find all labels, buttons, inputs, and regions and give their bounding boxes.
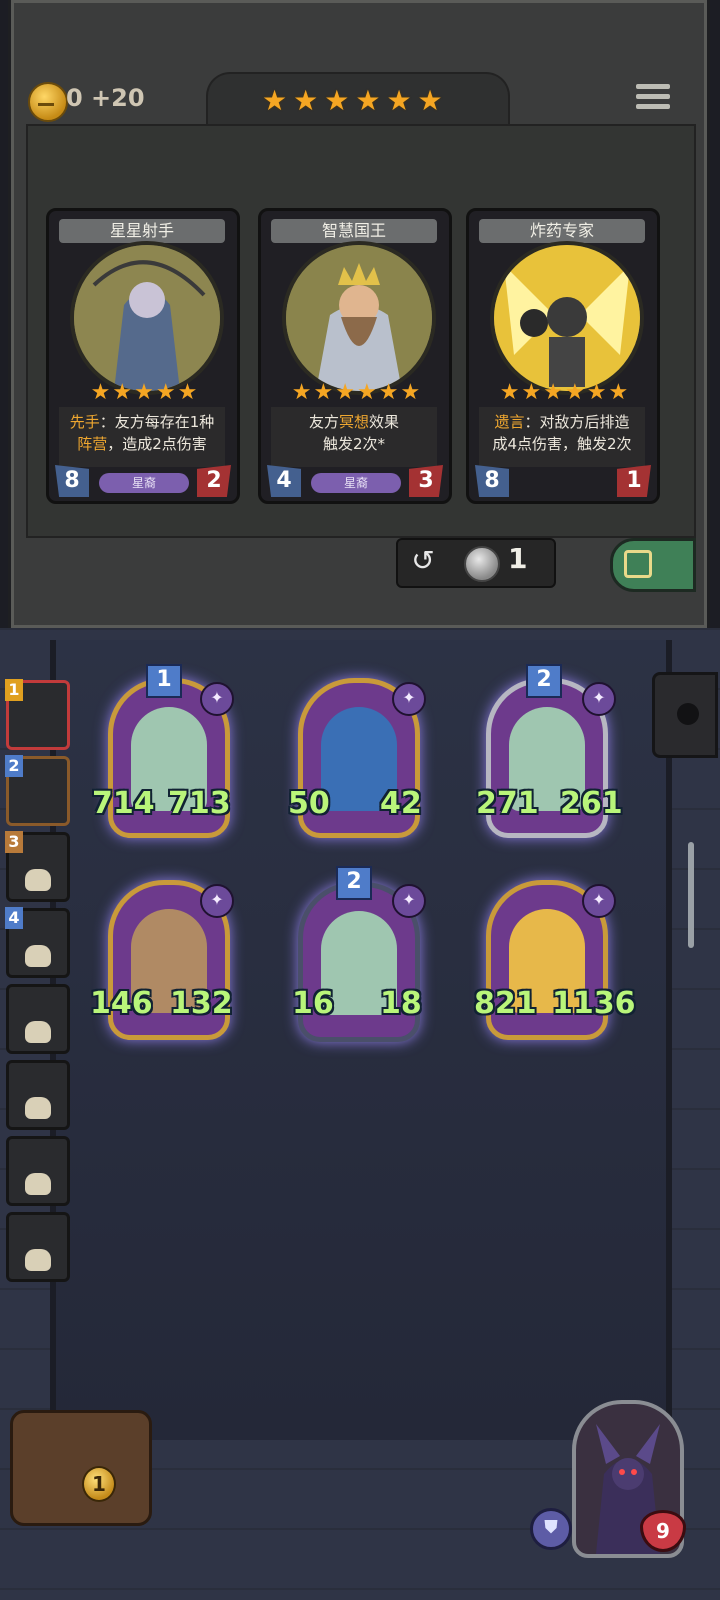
purple-star-badge-icon: ✦ [582,682,616,716]
player-item-5[interactable] [6,984,70,1054]
minion-health: 18 [380,986,422,1021]
minion-attack: 271 [476,786,539,821]
minion-health: 261 [560,786,623,821]
star-icon: ★ [293,84,319,117]
star-icon: ★ [177,380,198,405]
card-name: 智慧国王 [271,219,437,243]
card-tribe: 星裔 [311,473,401,493]
card-name: 星星射手 [59,219,225,243]
skull-icon [25,869,51,891]
star-icon: ★ [291,380,312,405]
star-icon: ★ [386,84,412,117]
star-icon: ★ [262,84,288,117]
card-description: 友方冥想效果 触发2次* [271,407,437,467]
card-stars: ★ ★ ★ ★ ★ ★ [291,381,421,405]
minion-health: 42 [380,786,422,821]
card-stars: ★ ★ ★ ★ ★ [79,381,209,405]
star-icon: ★ [90,380,111,405]
purple-star-badge-icon: ✦ [392,884,426,918]
skull-icon [25,1173,51,1195]
card-name: 炸药专家 [479,219,645,243]
gold-crown-icon [38,93,54,106]
minion-health: 132 [170,986,233,1021]
player-item-8[interactable] [6,1212,70,1282]
card-description: 遗言：对敌方后排造 成4点伤害，触发2次 [479,407,645,467]
refresh-cost: 1 [508,542,528,575]
star-icon: ★ [608,380,629,405]
shop-card-3[interactable]: 炸药专家 ★ ★ ★ ★ ★ ★ 遗言：对敌方后排造 成4点伤害，触发2次 8 … [466,208,660,504]
star-icon: ★ [355,84,381,117]
player-rank: 2 [5,755,23,777]
gold-amount: 0 +20 [66,84,145,112]
settings-knob[interactable] [652,672,718,758]
minion-attack: 714 [92,786,155,821]
player-rank: 1 [5,679,23,701]
lock-icon [624,550,652,578]
hero-armor-icon: ⛊ [530,1508,572,1550]
refresh-icon: ↺ [411,544,435,577]
star-icon: ★ [357,380,377,405]
card-description: 先手：友方每存在1种 阵营，造成2点伤害 [59,407,225,467]
shop-card-1[interactable]: 星星射手 ★ ★ ★ ★ ★ 先手：友方每存在1种 阵营，造成2点伤害 8 星裔… [46,208,240,504]
card-health: 3 [409,465,443,497]
star-icon: ★ [565,380,585,405]
minion-health: 1136 [552,986,636,1021]
star-icon: ★ [400,380,421,405]
star-icon: ★ [417,84,443,117]
star-icon: ★ [378,380,399,405]
minion-tier-badge: 2 [526,664,562,698]
card-attack: 8 [475,465,509,497]
card-portrait [490,241,644,395]
card-health: 2 [197,465,231,497]
minion-attack: 16 [292,986,334,1021]
skull-icon [25,1021,51,1043]
card-stars: ★ ★ ★ ★ ★ ★ [499,381,629,405]
minion-attack: 821 [474,986,537,1021]
minion-attack: 50 [288,786,330,821]
purple-star-badge-icon: ✦ [200,682,234,716]
card-tribe: 星裔 [99,473,189,493]
player-item-2[interactable]: 2 [5,755,70,826]
star-icon: ★ [521,380,542,405]
card-attack: 4 [267,465,301,497]
player-item-4[interactable]: 4 [5,907,70,978]
star-icon: ★ [335,380,355,405]
star-icon: ★ [543,380,563,405]
player-item-6[interactable] [6,1060,70,1130]
shop-card-2[interactable]: 智慧国王 ★ ★ ★ ★ ★ ★ 友方冥想效果 触发2次* 4 星裔 3 [258,208,452,504]
star-icon: ★ [155,380,176,405]
skull-icon [25,1249,51,1271]
tavern-level: 1 [82,1466,116,1502]
star-icon: ★ [134,380,154,405]
player-item-1[interactable]: 1 [5,679,70,750]
player-rank: 4 [5,907,23,929]
player-item-7[interactable] [6,1136,70,1206]
menu-icon[interactable] [636,84,670,116]
skull-icon [25,945,51,967]
star-icon: ★ [112,380,133,405]
minion-tier-badge: 1 [146,664,182,698]
card-attack: 8 [55,465,89,497]
star-icon: ★ [499,380,520,405]
card-portrait [70,241,224,395]
card-portrait [282,241,436,395]
star-icon: ★ [586,380,607,405]
star-icon: ★ [313,380,334,405]
silver-coin-icon [464,546,500,582]
tavern-upgrade-button[interactable] [10,1410,152,1526]
shop-tier-stars: ★ ★ ★ ★ ★ ★ [262,86,452,116]
star-icon: ★ [324,84,350,117]
minion-health: 713 [168,786,231,821]
player-rank: 3 [5,831,23,853]
minion-tier-badge: 2 [336,866,372,900]
card-health: 1 [617,465,651,497]
minion-attack: 146 [90,986,153,1021]
purple-star-badge-icon: ✦ [582,884,616,918]
purple-star-badge-icon: ✦ [392,682,426,716]
purple-star-badge-icon: ✦ [200,884,234,918]
scrollbar[interactable] [688,842,694,948]
player-item-3[interactable]: 3 [5,831,70,902]
skull-icon [25,1097,51,1119]
lock-shop-button[interactable] [610,538,696,592]
